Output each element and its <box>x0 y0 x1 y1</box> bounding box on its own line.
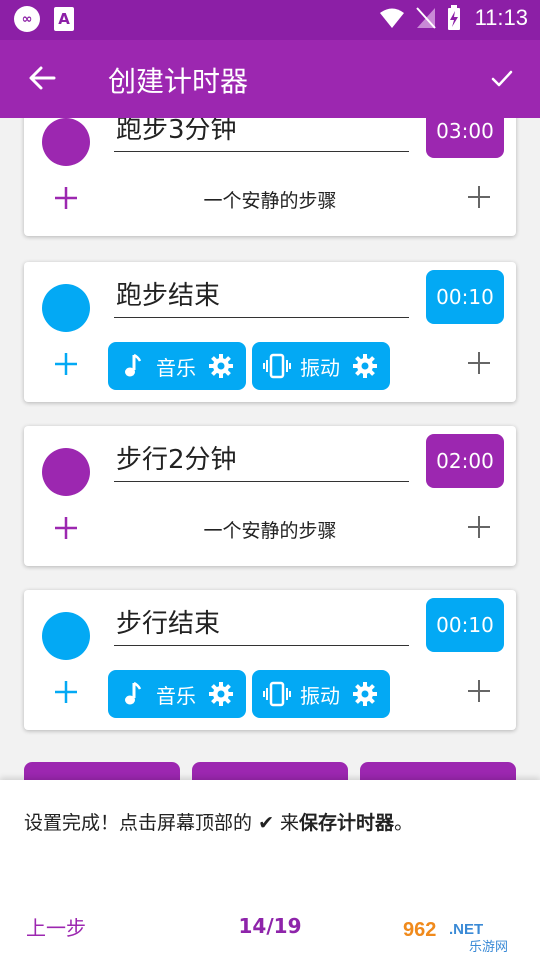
app-bar: 创建计时器 <box>0 40 540 118</box>
message-prefix: 设置完成！点击屏幕顶部的 <box>24 812 253 834</box>
message-middle: 来 <box>280 812 300 834</box>
svg-text:.NET: .NET <box>449 921 483 938</box>
save-check-icon[interactable] <box>486 62 518 94</box>
step-card: 跑步结束 00:10 音乐 振动 <box>24 262 516 402</box>
music-note-icon <box>125 681 142 705</box>
step-card: 步行结束 00:10 音乐 振动 <box>24 590 516 730</box>
quiet-step-label: 一个安静的步骤 <box>203 190 337 212</box>
tutorial-message: 设置完成！点击屏幕顶部的 ✔ 来保存计时器。 <box>24 808 413 835</box>
step-duration-button[interactable]: 03:00 <box>426 118 504 158</box>
add-step-icon[interactable] <box>466 678 492 704</box>
music-label: 音乐 <box>156 355 196 380</box>
vibrate-icon <box>263 681 291 707</box>
message-suffix: 。 <box>394 812 414 834</box>
status-time: 11:13 <box>474 5 528 30</box>
vibrate-action-chip[interactable]: 振动 <box>252 670 390 718</box>
gear-icon[interactable] <box>352 353 378 379</box>
step-color-dot[interactable] <box>42 448 90 496</box>
no-signal-icon <box>415 7 436 29</box>
message-bold: 保存计时器 <box>299 812 395 834</box>
status-bar: ∞ A 11:13 <box>0 0 540 40</box>
back-arrow-icon[interactable] <box>24 60 60 96</box>
svg-text:乐游网: 乐游网 <box>469 940 508 955</box>
gear-icon[interactable] <box>352 681 378 707</box>
step-name-input[interactable]: 步行结束 <box>114 604 409 646</box>
vibrate-label: 振动 <box>300 355 340 380</box>
music-action-chip[interactable]: 音乐 <box>108 342 246 390</box>
music-action-chip[interactable]: 音乐 <box>108 670 246 718</box>
tutorial-sheet: 设置完成！点击屏幕顶部的 ✔ 来保存计时器。 上一步 14/19 962 .NE… <box>0 780 540 960</box>
step-duration-button[interactable]: 00:10 <box>426 598 504 652</box>
vibrate-label: 振动 <box>300 683 340 708</box>
step-duration-button[interactable]: 00:10 <box>426 270 504 324</box>
watermark-logo: 962 .NET 乐游网 <box>397 914 532 955</box>
add-action-icon[interactable] <box>52 678 80 706</box>
step-color-dot[interactable] <box>42 118 90 166</box>
step-card: 步行2分钟 02:00 一个安静的步骤 <box>24 426 516 566</box>
step-duration-button[interactable]: 02:00 <box>426 434 504 488</box>
gear-icon[interactable] <box>208 353 234 379</box>
step-name-input[interactable]: 跑步3分钟 <box>114 118 409 152</box>
step-card: 跑步3分钟 03:00 一个安静的步骤 <box>24 118 516 236</box>
step-color-dot[interactable] <box>42 612 90 660</box>
app-notification-icon: ∞ <box>14 6 40 32</box>
add-step-icon[interactable] <box>466 184 492 210</box>
font-notification-icon: A <box>54 7 74 31</box>
step-name-input[interactable]: 步行2分钟 <box>114 440 409 482</box>
gear-icon[interactable] <box>208 681 234 707</box>
step-name-input[interactable]: 跑步结束 <box>114 276 409 318</box>
add-step-icon[interactable] <box>466 514 492 540</box>
add-step-icon[interactable] <box>466 350 492 376</box>
page-title: 创建计时器 <box>108 65 249 98</box>
step-color-dot[interactable] <box>42 284 90 332</box>
bottom-action-buttons <box>0 762 540 792</box>
music-label: 音乐 <box>156 683 196 708</box>
battery-charging-icon <box>447 5 460 30</box>
quiet-step-label: 一个安静的步骤 <box>203 520 337 542</box>
music-note-icon <box>125 353 142 377</box>
vibrate-icon <box>263 353 291 379</box>
add-action-icon[interactable] <box>52 350 80 378</box>
vibrate-action-chip[interactable]: 振动 <box>252 342 390 390</box>
svg-text:962: 962 <box>403 919 436 941</box>
timer-steps-list: 跑步3分钟 03:00 一个安静的步骤 跑步结束 00:10 音乐 振动 步行2… <box>0 118 540 780</box>
wifi-icon <box>379 8 404 28</box>
check-mark-icon: ✔ <box>258 812 274 834</box>
